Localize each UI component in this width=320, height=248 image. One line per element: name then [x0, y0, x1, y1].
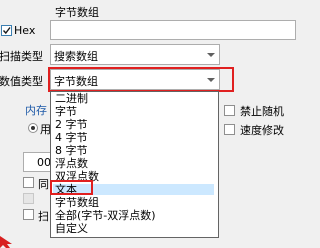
left-checkbox-3-label: 扫 [38, 210, 49, 223]
memory-options-label: 内存 [25, 104, 47, 117]
scan-type-value: 搜索数组 [54, 50, 98, 63]
checkmark-icon [2, 27, 11, 35]
dropdown-option-2byte[interactable]: 2 字节 [53, 119, 214, 130]
chevron-down-icon [207, 53, 215, 57]
left-checkbox-3[interactable] [23, 209, 34, 220]
speed-modify-label: 速度修改 [240, 124, 284, 137]
value-type-label: 数值类型 [0, 75, 43, 88]
dropdown-option-byte[interactable]: 字节 [53, 106, 214, 117]
memory-radio[interactable] [28, 123, 38, 133]
dropdown-option-float[interactable]: 浮点数 [53, 158, 214, 169]
left-checkbox-2[interactable] [23, 193, 34, 204]
search-value-input[interactable] [50, 20, 296, 40]
value-type-highlight-frame [48, 67, 234, 92]
speed-modify-checkbox[interactable] [224, 124, 235, 135]
text-option-highlight-frame [50, 180, 93, 195]
scan-type-select[interactable]: 搜索数组 [50, 44, 220, 65]
disable-random-checkbox[interactable] [224, 105, 235, 116]
value-type-dropdown-list[interactable]: 二进制 字节 2 字节 4 字节 8 字节 浮点数 双浮点数 文本 字节数组 全… [50, 91, 219, 238]
disable-random-label: 禁止随机 [240, 105, 284, 118]
dropdown-option-byte-array[interactable]: 字节数组 [53, 197, 214, 208]
left-checkbox-1[interactable] [23, 177, 34, 188]
left-checkbox-1-label: 同 [38, 178, 49, 191]
dropdown-option-binary[interactable]: 二进制 [53, 93, 214, 104]
scan-type-label: 扫描类型 [0, 50, 43, 63]
dropdown-option-custom[interactable]: 自定义 [53, 223, 214, 234]
hex-checkbox[interactable] [1, 25, 12, 36]
dropdown-option-4byte[interactable]: 4 字节 [53, 132, 214, 143]
dropdown-option-all[interactable]: 全部(字节-双浮点数) [53, 210, 214, 221]
start-address-value: 00 [37, 156, 51, 169]
hex-label: Hex [14, 24, 36, 37]
top-label: 字节数组 [55, 6, 99, 19]
cursor-arrow-icon [0, 236, 12, 248]
dropdown-option-8byte[interactable]: 8 字节 [53, 145, 214, 156]
